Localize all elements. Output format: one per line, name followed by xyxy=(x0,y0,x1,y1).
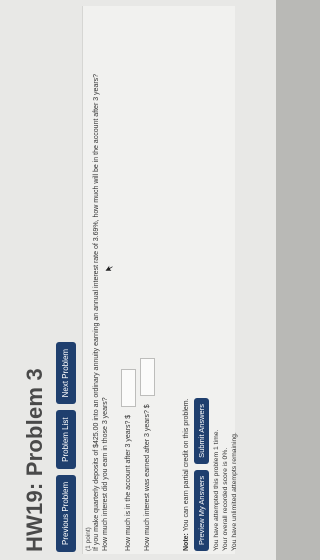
question-text: If you make quarterly deposits of $425.0… xyxy=(93,73,100,551)
question-subtext: How much interest did you earn in those … xyxy=(102,397,109,551)
next-problem-button[interactable]: Next Problem xyxy=(56,341,76,405)
mouse-cursor-icon xyxy=(104,264,114,272)
submit-answers-button[interactable]: Submit Answers xyxy=(194,398,209,464)
page-canvas: HW19: Problem 3 Previous Problem Problem… xyxy=(0,0,276,560)
answer-label-2: How much interest was earned after 3 yea… xyxy=(144,404,151,551)
preview-answers-button[interactable]: Preview My Answers xyxy=(194,469,209,551)
answer-input-1[interactable] xyxy=(121,368,136,407)
score-status: Your overall recorded score is 0%. xyxy=(222,447,229,551)
remaining-status: You have unlimited attempts remaining. xyxy=(231,432,238,551)
note-text: You can earn partial credit on this prob… xyxy=(183,398,190,532)
attempts-status: You have attempted this problem 1 time. xyxy=(213,429,220,551)
answer-row-1: How much is in the account after 3 years… xyxy=(121,368,136,551)
answer-row-2: How much interest was earned after 3 yea… xyxy=(140,358,155,551)
note-label: Note: xyxy=(183,533,190,551)
answer-label-1: How much is in the account after 3 years… xyxy=(125,414,132,551)
page-title: HW19: Problem 3 xyxy=(22,368,47,552)
problem-panel: (1 point) If you make quarterly deposits… xyxy=(82,6,238,554)
answer-input-2[interactable] xyxy=(140,358,155,397)
action-buttons: Preview My Answers Submit Answers xyxy=(194,398,209,551)
previous-problem-button[interactable]: Previous Problem xyxy=(56,474,76,552)
problem-nav: Previous Problem Problem List Next Probl… xyxy=(56,341,76,552)
note: Note: You can earn partial credit on thi… xyxy=(183,398,190,551)
points-label: (1 point) xyxy=(85,527,92,551)
problem-list-button[interactable]: Problem List xyxy=(56,410,76,469)
